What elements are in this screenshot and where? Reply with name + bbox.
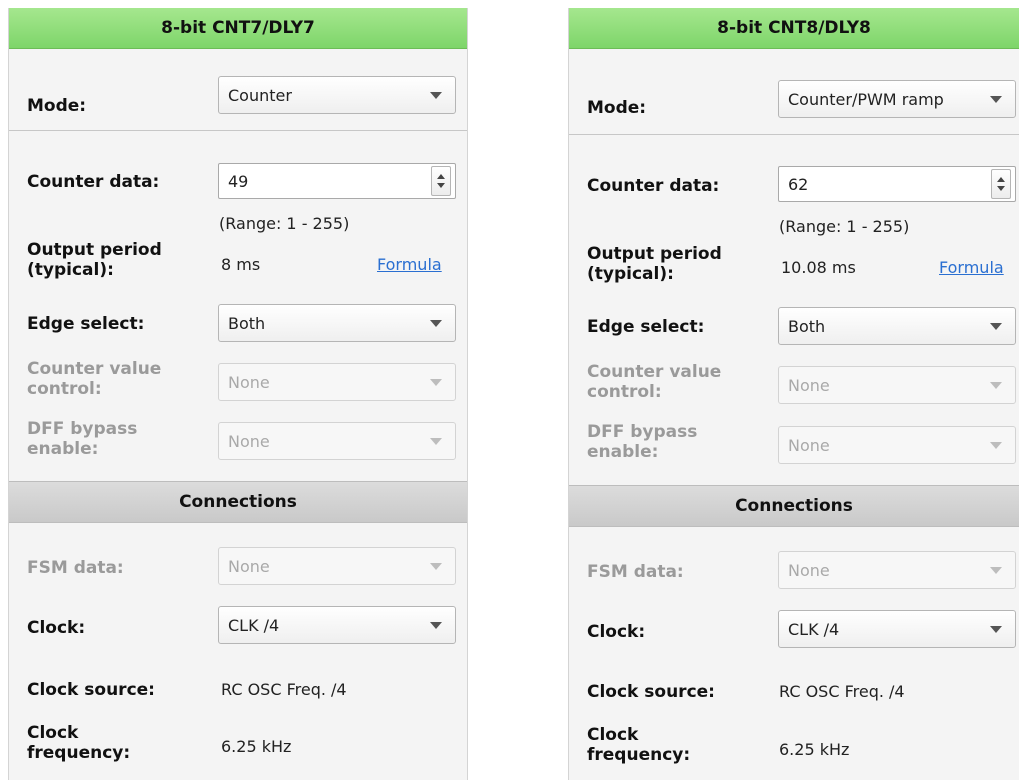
output-period-value: 8 ms [221,255,261,274]
counter-value-control-value: None [228,372,270,392]
fsm-data-label: FSM data: [587,562,684,582]
spin-up-icon [997,177,1005,182]
mode-label: Mode: [587,98,647,118]
clock-value: CLK /4 [228,615,280,635]
edge-select-value: Both [228,313,266,333]
chevron-down-icon [430,91,442,99]
counter-value-control-dropdown[interactable]: None [778,366,1016,404]
chevron-down-icon [990,322,1002,330]
mode-value: Counter [228,85,292,105]
output-period-label-line2: (typical): [587,264,674,284]
clock-frequency-label-line2: frequency: [587,745,691,765]
chevron-down-icon [990,441,1002,449]
counter-value-control-dropdown[interactable]: None [218,363,456,401]
fsm-data-value: None [788,560,830,580]
spin-buttons[interactable] [991,169,1011,199]
spin-up-icon [437,174,445,179]
dff-bypass-label-line1: DFF bypass [27,419,138,439]
panel-cnt8-dly8: 8-bit CNT8/DLY8 Mode: Counter/PWM ramp C… [568,8,1019,780]
dff-bypass-label-line2: enable: [27,439,99,459]
chevron-down-icon [430,562,442,570]
chevron-down-icon [430,437,442,445]
clock-frequency-label-line2: frequency: [27,743,131,763]
spin-buttons[interactable] [431,166,451,196]
counter-data-label: Counter data: [587,176,720,196]
mode-dropdown[interactable]: Counter [218,76,456,114]
spin-down-icon [437,183,445,188]
counter-value-control-label-line2: control: [587,382,662,402]
output-period-label-line1: Output period [27,240,162,260]
dff-bypass-value: None [788,435,830,455]
counter-data-range: (Range: 1 - 255) [779,217,910,236]
clock-dropdown[interactable]: CLK /4 [778,610,1016,648]
chevron-down-icon [990,381,1002,389]
chevron-down-icon [990,95,1002,103]
dff-bypass-dropdown[interactable]: None [778,426,1016,464]
output-period-label-line2: (typical): [27,260,114,280]
counter-value-control-label-line2: control: [27,379,102,399]
chevron-down-icon [990,566,1002,574]
clock-frequency-label-line1: Clock [587,725,639,745]
panel-title: 8-bit CNT7/DLY7 [9,8,467,49]
chevron-down-icon [430,621,442,629]
counter-value-control-value: None [788,375,830,395]
counter-data-label: Counter data: [27,172,160,192]
fsm-data-value: None [228,556,270,576]
dff-bypass-dropdown[interactable]: None [218,422,456,460]
dff-bypass-label-line1: DFF bypass [587,422,698,442]
clock-label: Clock: [27,618,86,638]
edge-select-dropdown[interactable]: Both [778,307,1016,345]
connections-header: Connections [9,481,467,523]
counter-data-value: 49 [228,171,249,191]
output-period-value: 10.08 ms [781,258,856,277]
fsm-data-dropdown[interactable]: None [218,547,456,585]
clock-source-label: Clock source: [27,680,155,700]
counter-value-control-label-line1: Counter value [587,362,722,382]
mode-label: Mode: [27,96,87,116]
spin-down-icon [997,186,1005,191]
mode-value: Counter/PWM ramp [788,89,944,109]
clock-value: CLK /4 [788,619,840,639]
panel-title: 8-bit CNT8/DLY8 [569,8,1019,49]
clock-frequency-value: 6.25 kHz [779,740,850,759]
counter-data-spinbox[interactable]: 62 [778,166,1016,202]
mode-dropdown[interactable]: Counter/PWM ramp [778,80,1016,118]
counter-value-control-label-line1: Counter value [27,359,162,379]
clock-frequency-value: 6.25 kHz [221,737,292,756]
clock-dropdown[interactable]: CLK /4 [218,606,456,644]
edge-select-label: Edge select: [27,314,145,334]
clock-source-label: Clock source: [587,682,715,702]
dff-bypass-label-line2: enable: [587,442,659,462]
clock-source-value: RC OSC Freq. /4 [221,680,347,699]
formula-link[interactable]: Formula [939,258,1004,277]
counter-data-value: 62 [788,174,809,194]
chevron-down-icon [430,378,442,386]
clock-frequency-label-line1: Clock [27,723,79,743]
output-period-label-line1: Output period [587,244,722,264]
section-divider [9,130,467,131]
edge-select-label: Edge select: [587,317,705,337]
panel-cnt7-dly7: 8-bit CNT7/DLY7 Mode: Counter Counter da… [8,8,468,780]
chevron-down-icon [990,625,1002,633]
dff-bypass-value: None [228,431,270,451]
counter-data-range: (Range: 1 - 255) [219,214,350,233]
fsm-data-label: FSM data: [27,558,124,578]
clock-label: Clock: [587,622,646,642]
chevron-down-icon [430,319,442,327]
clock-source-value: RC OSC Freq. /4 [779,682,905,701]
section-divider [569,134,1019,135]
edge-select-value: Both [788,316,826,336]
counter-data-spinbox[interactable]: 49 [218,163,456,199]
fsm-data-dropdown[interactable]: None [778,551,1016,589]
connections-header: Connections [569,485,1019,527]
edge-select-dropdown[interactable]: Both [218,304,456,342]
formula-link[interactable]: Formula [377,255,442,274]
